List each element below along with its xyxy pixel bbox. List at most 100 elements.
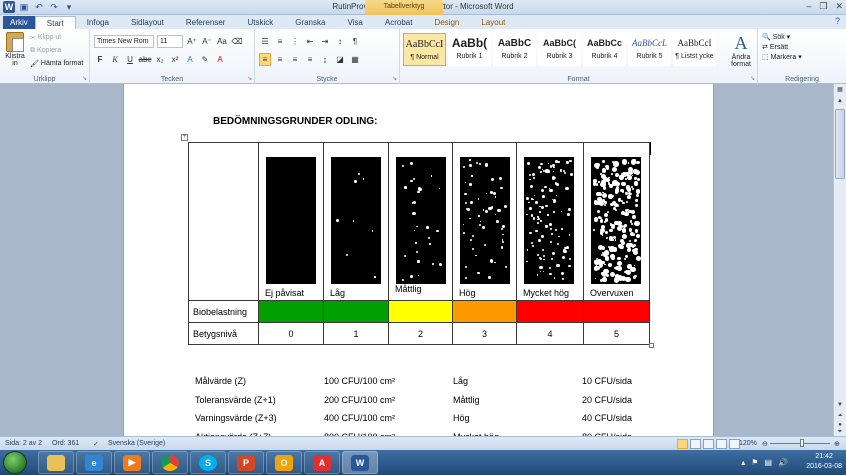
- previous-page-icon[interactable]: ⏶: [834, 413, 846, 420]
- tab-utskick[interactable]: Utskick: [236, 16, 284, 29]
- grading-table[interactable]: Ej påvisat Låg Måttlig Hög Mycket hög Ov…: [188, 142, 650, 345]
- color-cell[interactable]: [258, 300, 324, 323]
- font-color-icon[interactable]: A: [214, 53, 226, 66]
- copy-button[interactable]: ⧉ Kopiera: [30, 45, 83, 56]
- text-effects-icon[interactable]: A: [184, 53, 196, 66]
- select-button[interactable]: ⬚ Markera ▾: [762, 53, 802, 61]
- decrease-indent-icon[interactable]: ⇤: [304, 35, 316, 48]
- dialog-launcher-icon[interactable]: ↘: [82, 75, 87, 82]
- italic-icon[interactable]: K: [109, 53, 121, 66]
- tab-visa[interactable]: Visa: [336, 16, 373, 29]
- browse-object-icon[interactable]: ●: [834, 422, 846, 428]
- pilcrow-icon[interactable]: ¶: [349, 35, 361, 48]
- ruler-toggle-icon[interactable]: ▦: [834, 86, 846, 93]
- grade-cell[interactable]: 2: [388, 322, 453, 345]
- style-rubrik-5[interactable]: AaBbCcL Rubrik 5: [628, 33, 671, 66]
- row-label-betygsniva[interactable]: Betygsnivå: [188, 322, 259, 345]
- spellcheck-icon[interactable]: ✓: [93, 440, 99, 448]
- close-icon[interactable]: ✕: [835, 1, 843, 12]
- grade-cell[interactable]: 4: [516, 322, 584, 345]
- borders-icon[interactable]: ▦: [349, 53, 361, 66]
- style-liststycke[interactable]: AaBbCcI ¶ Listst ycke: [673, 33, 716, 66]
- table-move-handle-icon[interactable]: +: [181, 134, 188, 141]
- zoom-level[interactable]: 120%: [739, 440, 757, 447]
- zoom-slider[interactable]: [770, 439, 830, 447]
- vertical-scrollbar[interactable]: ▦ ▲ ▼ ⏶ ● ⏷: [833, 84, 846, 436]
- scroll-down-icon[interactable]: ▼: [834, 402, 846, 408]
- grow-font-icon[interactable]: A⁺: [186, 35, 198, 48]
- grade-cell[interactable]: 1: [323, 322, 389, 345]
- tab-acrobat[interactable]: Acrobat: [374, 16, 424, 29]
- page-count[interactable]: Sida: 2 av 2: [5, 440, 42, 447]
- table-cell[interactable]: [188, 142, 259, 301]
- table-cell[interactable]: Låg: [323, 142, 389, 301]
- dialog-launcher-icon[interactable]: ↘: [392, 75, 397, 82]
- word-count[interactable]: Ord: 361: [52, 440, 79, 447]
- taskbar-powerpoint[interactable]: P: [228, 451, 264, 474]
- style-rubrik-3[interactable]: AaBbC(Rubrik 3: [538, 33, 581, 66]
- color-cell[interactable]: [583, 300, 650, 323]
- clear-format-icon[interactable]: ⌫: [231, 35, 243, 48]
- tab-referenser[interactable]: Referenser: [175, 16, 237, 29]
- table-resize-handle-icon[interactable]: [649, 343, 654, 348]
- taskbar-ie[interactable]: e: [76, 451, 112, 474]
- help-icon[interactable]: ?: [835, 16, 840, 26]
- grade-cell[interactable]: 5: [583, 322, 650, 345]
- sort-icon[interactable]: ↕: [334, 35, 346, 48]
- highlight-icon[interactable]: ✎: [199, 53, 211, 66]
- taskbar-skype[interactable]: S: [190, 451, 226, 474]
- zoom-out-icon[interactable]: ⊖: [762, 440, 768, 448]
- style-rubrik-1[interactable]: AaBb(Rubrik 1: [448, 33, 491, 66]
- web-layout-icon[interactable]: [703, 439, 714, 449]
- maximize-icon[interactable]: ❐: [819, 1, 827, 12]
- color-cell[interactable]: [323, 300, 389, 323]
- align-center-icon[interactable]: ≡: [274, 53, 286, 66]
- style-rubrik-2[interactable]: AaBbC Rubrik 2: [493, 33, 536, 66]
- network-icon[interactable]: ▤: [764, 458, 772, 467]
- start-button-icon[interactable]: [3, 451, 27, 474]
- bold-icon[interactable]: F: [94, 53, 106, 66]
- underline-icon[interactable]: U: [124, 53, 136, 66]
- shading-icon[interactable]: ◪: [334, 53, 346, 66]
- tab-infoga[interactable]: Infoga: [76, 16, 120, 29]
- find-button[interactable]: 🔍 Sök ▾: [762, 33, 802, 41]
- style-rubrik-4[interactable]: AaBbCc Rubrik 4: [583, 33, 626, 66]
- strikethrough-icon[interactable]: abc: [139, 53, 152, 66]
- table-cell[interactable]: Hög: [452, 142, 517, 301]
- table-cell[interactable]: Ej påvisat: [258, 142, 324, 301]
- scroll-up-icon[interactable]: ▲: [834, 98, 846, 104]
- grade-cell[interactable]: 3: [452, 322, 517, 345]
- line-spacing-icon[interactable]: ↨: [319, 53, 331, 66]
- color-cell[interactable]: [516, 300, 584, 323]
- justify-icon[interactable]: ≡: [304, 53, 316, 66]
- grade-cell[interactable]: 0: [258, 322, 324, 345]
- shrink-font-icon[interactable]: A⁻: [201, 35, 213, 48]
- font-name-box[interactable]: Times New Rom: [94, 35, 154, 48]
- dialog-launcher-icon[interactable]: ↘: [750, 75, 755, 82]
- tab-granska[interactable]: Granska: [284, 16, 336, 29]
- color-cell[interactable]: [388, 300, 453, 323]
- tab-design[interactable]: Design: [423, 16, 470, 29]
- table-cell[interactable]: Måttlig: [388, 142, 453, 301]
- numbering-icon[interactable]: ≡: [274, 35, 286, 48]
- zoom-in-icon[interactable]: ⊕: [834, 440, 840, 448]
- volume-icon[interactable]: 🔊: [778, 458, 788, 467]
- clock[interactable]: 21:42 2016-03-08: [806, 452, 842, 472]
- tab-sidlayout[interactable]: Sidlayout: [120, 16, 175, 29]
- style-normal[interactable]: AaBbCcI ¶ Normal: [403, 33, 446, 66]
- tray-arrow-icon[interactable]: ▴: [741, 458, 745, 467]
- taskbar-acrobat[interactable]: A: [304, 451, 340, 474]
- taskbar-chrome[interactable]: [152, 451, 188, 474]
- scroll-thumb[interactable]: [835, 109, 845, 179]
- cut-button[interactable]: ✂ Klipp ut: [30, 32, 83, 43]
- print-layout-icon[interactable]: [677, 439, 688, 449]
- align-right-icon[interactable]: ≡: [289, 53, 301, 66]
- taskbar-word[interactable]: W: [342, 451, 378, 474]
- change-case-icon[interactable]: Aa: [216, 35, 228, 48]
- change-styles-button[interactable]: A Ändra format: [725, 33, 757, 68]
- taskbar-media-player[interactable]: ▶: [114, 451, 150, 474]
- tab-start[interactable]: Start: [34, 16, 76, 29]
- font-size-box[interactable]: 11: [157, 35, 183, 48]
- paste-button[interactable]: Klistra in: [4, 32, 26, 67]
- table-cell[interactable]: Mycket hög: [516, 142, 584, 301]
